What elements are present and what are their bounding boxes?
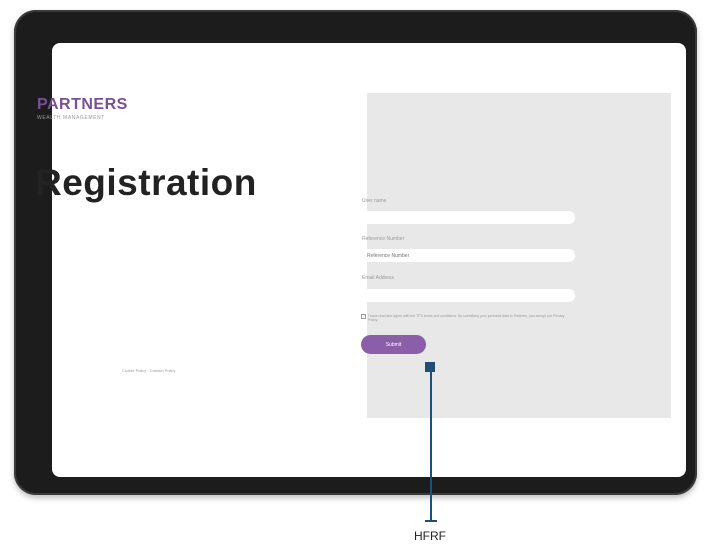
username-input[interactable] — [361, 211, 575, 224]
username-label: User name — [362, 198, 387, 204]
callout-marker — [425, 362, 435, 372]
callout-tick — [425, 520, 437, 522]
brand-logo[interactable]: PARTNERS — [37, 96, 128, 114]
callout-label: HFRF — [414, 529, 446, 543]
email-label: Email Address — [362, 275, 394, 281]
reference-number-input[interactable] — [361, 249, 575, 262]
submit-button[interactable]: Submit — [361, 335, 426, 354]
consent-text: I have read and agree with the TFS terms… — [368, 314, 565, 322]
reference-number-label: Reference Number — [362, 236, 405, 242]
footer-links[interactable]: Cookie Policy · Contact Policy — [122, 368, 175, 373]
registration-intro-panel — [63, 93, 367, 418]
consent-checkbox[interactable] — [361, 314, 366, 319]
brand-tagline: WEALTH MANAGEMENT — [37, 115, 105, 121]
page-title: Registration — [35, 162, 257, 203]
tablet-frame — [14, 10, 697, 495]
callout-line — [430, 372, 432, 521]
email-input[interactable] — [361, 289, 575, 302]
